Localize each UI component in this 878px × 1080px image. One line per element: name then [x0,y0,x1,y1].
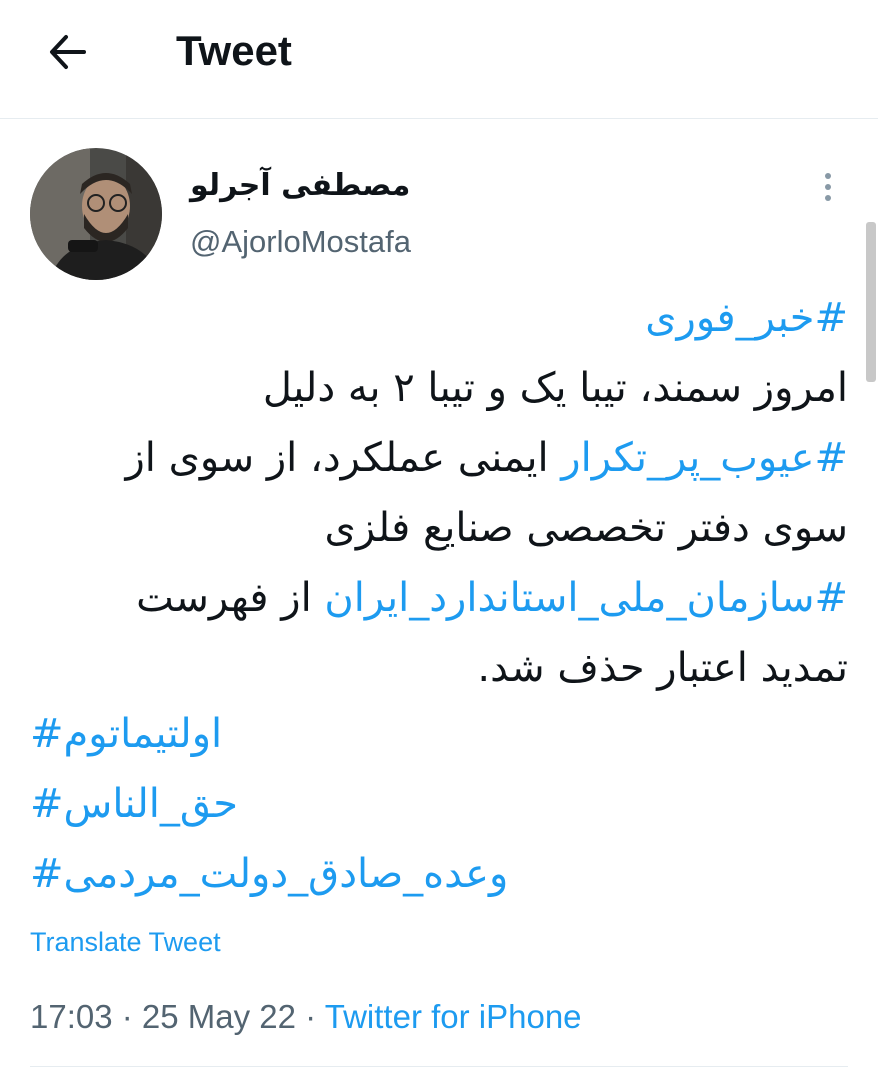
hashtag-link[interactable]: #عیوب_پر_تکرار [561,435,848,481]
hashtag-link[interactable]: اولتیماتوم# [30,698,222,770]
tweet-source-link[interactable]: Twitter for iPhone [325,998,582,1035]
user-handle[interactable]: @AjorloMostafa [190,222,411,262]
tweet-line-2: امروز سمند، تیبا یک و تیبا ۲ به دلیل [262,365,848,411]
tweet-line-5: #سازمان_ملی_استاندارد_ایران از فهرست [136,562,848,634]
back-button[interactable] [44,28,92,76]
tweet-line-3: #عیوب_پر_تکرار ایمنی عملکرد، از سوی از [125,422,848,494]
divider [30,1066,848,1067]
display-name[interactable]: مصطفی آجرلو [190,164,490,208]
hashtag-link[interactable]: وعده_صادق_دولت_مردمی# [30,838,508,910]
more-vertical-icon [825,173,831,179]
hashtag-link[interactable]: حق_الناس# [30,768,238,840]
tweet-text: از فهرست [136,575,325,621]
more-options-button[interactable] [812,168,844,208]
tweet-text: ایمنی عملکرد، از سوی از [125,435,562,481]
page-title: Tweet [176,27,292,74]
tweet-line-4: سوی دفتر تخصصی صنایع فلزی [324,505,848,551]
avatar[interactable] [30,148,162,280]
top-bar: Tweet [0,0,878,119]
scrollbar[interactable] [866,222,876,382]
tweet-line-1: #خبر_فوری [645,282,848,354]
arrow-left-icon [50,35,86,69]
tweet-line-6: تمدید اعتبار حذف شد. [477,645,848,691]
tweet-time[interactable]: 17:03 [30,998,113,1035]
tweet-date[interactable]: 25 May 22 [142,998,296,1035]
hashtag-link[interactable]: #سازمان_ملی_استاندارد_ایران [324,575,848,621]
hashtag-link[interactable]: #خبر_فوری [645,295,848,341]
translate-tweet-link[interactable]: Translate Tweet [30,922,221,962]
tweet-metadata: 17:03 · 25 May 22 · Twitter for iPhone [30,998,582,1035]
